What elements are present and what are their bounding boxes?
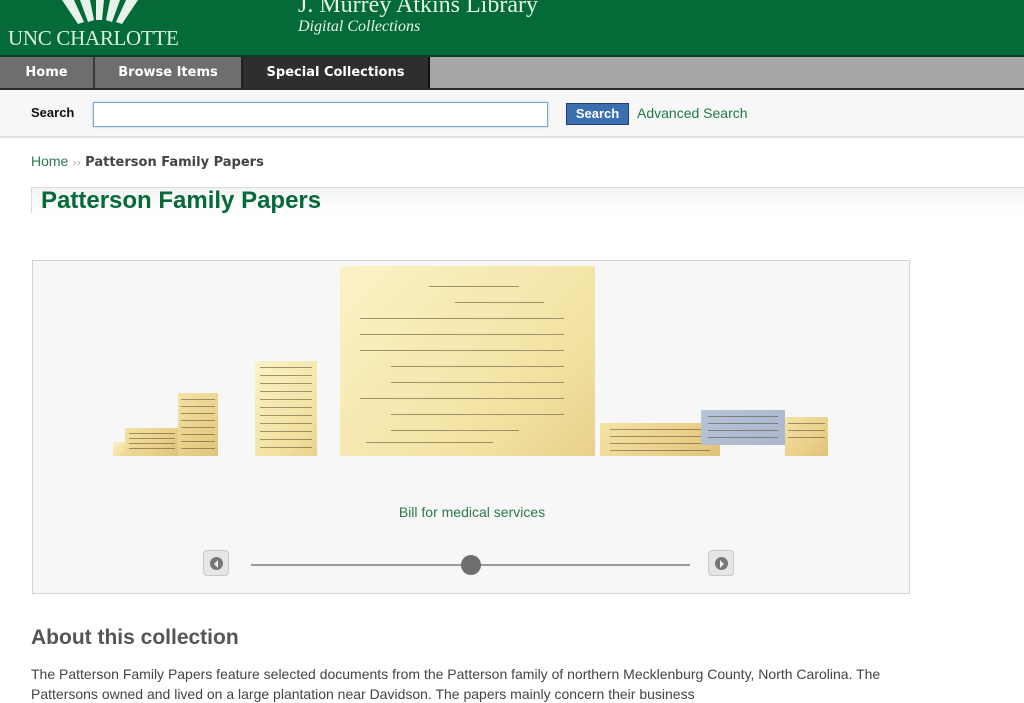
carousel-thumbnail[interactable] xyxy=(701,410,785,445)
page-title: Patterson Family Papers xyxy=(41,187,322,214)
item-carousel: Bill for medical services xyxy=(32,260,910,594)
breadcrumb-separator: ›› xyxy=(72,156,82,169)
carousel-slider[interactable] xyxy=(251,555,690,575)
carousel-prev-button[interactable] xyxy=(203,550,229,576)
breadcrumb: Home ›› Patterson Family Papers xyxy=(31,153,264,170)
carousel-thumbnail[interactable] xyxy=(125,428,179,456)
search-label: Search xyxy=(31,105,75,120)
carousel-selected-item[interactable] xyxy=(340,266,595,456)
site-header: UNC CHARLOTTE J. Murrey Atkins Library D… xyxy=(0,0,1024,57)
breadcrumb-home-link[interactable]: Home xyxy=(31,153,68,169)
search-bar: Search Search Advanced Search xyxy=(0,91,1024,138)
carousel-thumbnail[interactable] xyxy=(178,393,218,456)
unc-charlotte-logo[interactable]: UNC CHARLOTTE xyxy=(0,0,200,55)
slider-handle[interactable] xyxy=(460,555,481,575)
nav-home[interactable]: Home xyxy=(0,57,95,88)
carousel-thumbnail[interactable] xyxy=(255,361,317,456)
crown-rays-icon xyxy=(62,0,138,24)
main-nav: Home Browse Items Special Collections xyxy=(0,57,1024,90)
carousel-caption[interactable]: Bill for medical services xyxy=(33,504,911,520)
carousel-thumbnail[interactable] xyxy=(113,442,125,456)
nav-special-collections[interactable]: Special Collections xyxy=(243,57,430,88)
carousel-next-button[interactable] xyxy=(708,550,734,576)
library-title[interactable]: J. Murrey Atkins Library xyxy=(298,0,538,19)
search-button[interactable]: Search xyxy=(566,103,629,125)
nav-browse-items[interactable]: Browse Items xyxy=(95,57,243,88)
search-input[interactable] xyxy=(93,102,548,127)
logo-text: UNC CHARLOTTE xyxy=(8,26,179,50)
about-heading: About this collection xyxy=(31,626,239,649)
carousel-thumbnail[interactable] xyxy=(785,417,828,456)
about-text: The Patterson Family Papers feature sele… xyxy=(31,666,881,702)
library-subtitle: Digital Collections xyxy=(298,18,421,35)
advanced-search-link[interactable]: Advanced Search xyxy=(637,105,748,121)
breadcrumb-current: Patterson Family Papers xyxy=(85,155,264,170)
